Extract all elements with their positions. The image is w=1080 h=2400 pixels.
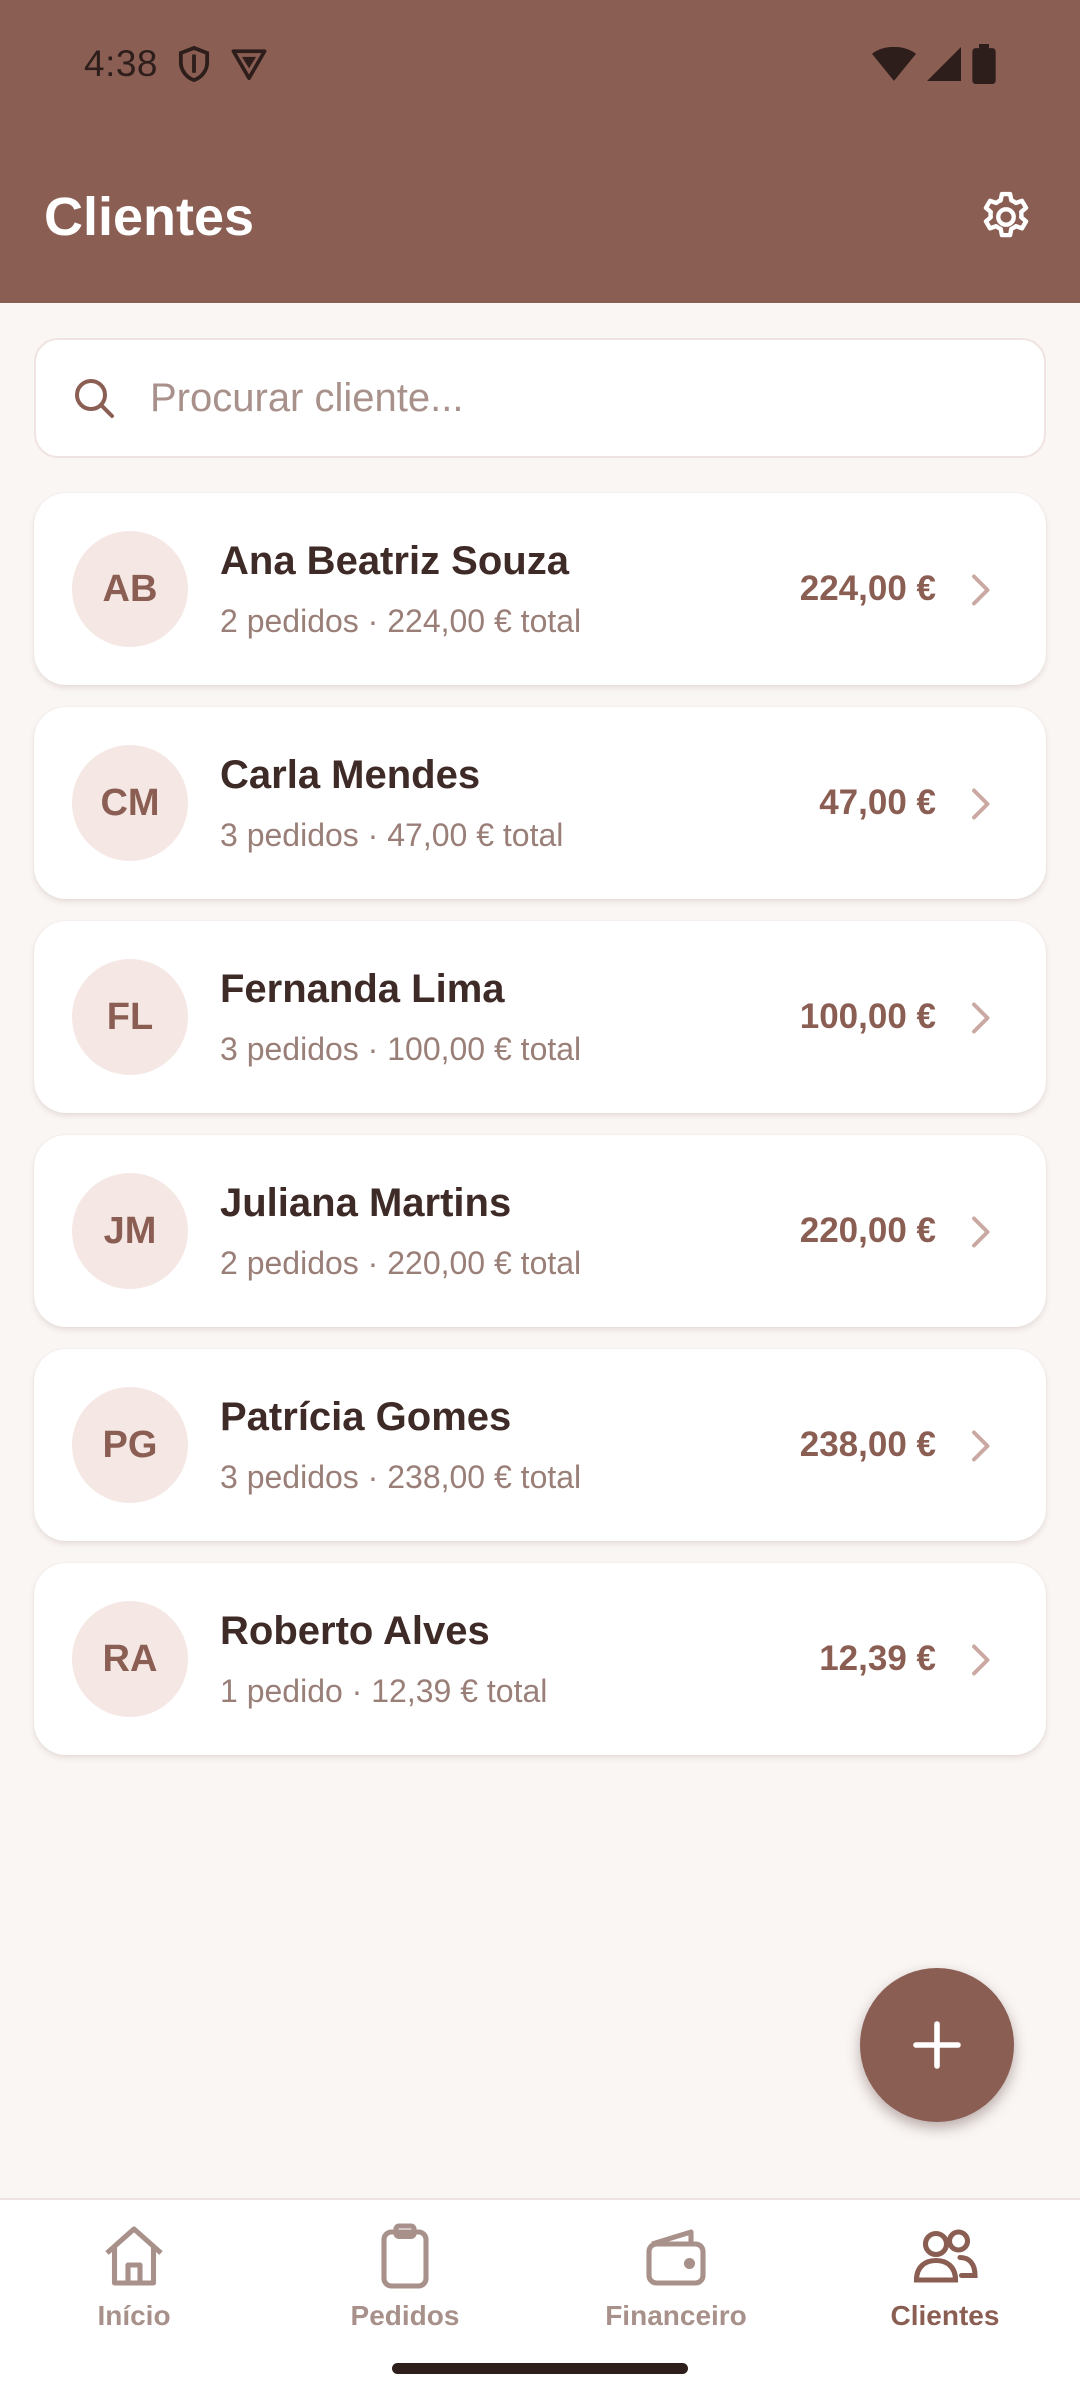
search-bar[interactable] xyxy=(34,338,1046,458)
client-name: Fernanda Lima xyxy=(220,967,505,1011)
nav-item-inicio[interactable]: Início xyxy=(34,2220,234,2340)
client-summary: 3 pedidos · 47,00 € total xyxy=(220,817,564,853)
nav-label: Pedidos xyxy=(350,2300,460,2331)
client-name: Ana Beatriz Souza xyxy=(220,539,569,583)
client-amount: 100,00 € xyxy=(799,997,936,1036)
client-summary: 2 pedidos · 220,00 € total xyxy=(220,1245,582,1281)
client-summary: 2 pedidos · 224,00 € total xyxy=(220,603,582,639)
settings-button[interactable] xyxy=(977,188,1035,246)
client-name: Carla Mendes xyxy=(220,753,481,797)
avatar: RA xyxy=(72,1601,188,1717)
client-amount: 220,00 € xyxy=(799,1211,936,1250)
add-client-button[interactable] xyxy=(860,1968,1014,2122)
vpn-shield-icon xyxy=(231,49,267,81)
client-list: AB Ana Beatriz Souza 2 pedidos · 224,00 … xyxy=(34,493,1046,1777)
shield-icon xyxy=(178,45,210,83)
client-amount: 238,00 € xyxy=(799,1425,936,1464)
nav-label: Clientes xyxy=(890,2300,1000,2331)
search-input[interactable] xyxy=(150,375,1010,421)
cell-signal-icon xyxy=(927,47,961,81)
wifi-icon xyxy=(872,47,916,81)
chevron-right-icon xyxy=(972,1430,990,1462)
plus-icon xyxy=(913,2021,961,2069)
avatar: AB xyxy=(72,531,188,647)
client-amount: 224,00 € xyxy=(799,569,936,608)
avatar: CM xyxy=(72,745,188,861)
client-summary: 1 pedido · 12,39 € total xyxy=(220,1673,548,1709)
chevron-right-icon xyxy=(972,788,990,820)
app-bar: 4:38 Clientes xyxy=(0,0,1080,303)
avatar: PG xyxy=(72,1387,188,1503)
status-time: 4:38 xyxy=(84,43,159,84)
client-name: Juliana Martins xyxy=(220,1181,512,1225)
avatar: JM xyxy=(72,1173,188,1289)
client-amount: 47,00 € xyxy=(819,783,936,822)
nav-label: Financeiro xyxy=(605,2300,747,2331)
nav-item-financeiro[interactable]: Financeiro xyxy=(576,2220,776,2340)
users-icon xyxy=(913,2229,978,2283)
client-card-juliana-martins[interactable]: JM Juliana Martins 2 pedidos · 220,00 € … xyxy=(34,1135,1046,1327)
chevron-right-icon xyxy=(972,1216,990,1248)
search-icon xyxy=(75,379,114,418)
chevron-right-icon xyxy=(972,574,990,606)
home-indicator[interactable] xyxy=(392,2363,688,2374)
client-card-patricia-gomes[interactable]: PG Patrícia Gomes 3 pedidos · 238,00 € t… xyxy=(34,1349,1046,1541)
avatar: FL xyxy=(72,959,188,1075)
client-name: Roberto Alves xyxy=(220,1609,490,1653)
battery-icon xyxy=(972,44,996,84)
clipboard-icon xyxy=(381,2223,429,2289)
home-icon xyxy=(105,2226,163,2286)
nav-label: Início xyxy=(97,2300,171,2331)
nav-item-clientes[interactable]: Clientes xyxy=(845,2220,1045,2340)
client-summary: 3 pedidos · 238,00 € total xyxy=(220,1459,582,1495)
client-card-fernanda-lima[interactable]: FL Fernanda Lima 3 pedidos · 100,00 € to… xyxy=(34,921,1046,1113)
chevron-right-icon xyxy=(972,1644,990,1676)
status-bar: 4:38 xyxy=(0,0,1080,128)
client-card-carla-mendes[interactable]: CM Carla Mendes 3 pedidos · 47,00 € tota… xyxy=(34,707,1046,899)
client-summary: 3 pedidos · 100,00 € total xyxy=(220,1031,582,1067)
chevron-right-icon xyxy=(972,1002,990,1034)
client-name: Patrícia Gomes xyxy=(220,1395,512,1439)
page-title: Clientes xyxy=(44,187,255,247)
client-card-roberto-alves[interactable]: RA Roberto Alves 1 pedido · 12,39 € tota… xyxy=(34,1563,1046,1755)
client-card-ana-beatriz-souza[interactable]: AB Ana Beatriz Souza 2 pedidos · 224,00 … xyxy=(34,493,1046,685)
client-amount: 12,39 € xyxy=(819,1639,936,1678)
gear-icon xyxy=(983,191,1029,238)
wallet-icon xyxy=(646,2229,706,2286)
nav-item-pedidos[interactable]: Pedidos xyxy=(305,2220,505,2340)
